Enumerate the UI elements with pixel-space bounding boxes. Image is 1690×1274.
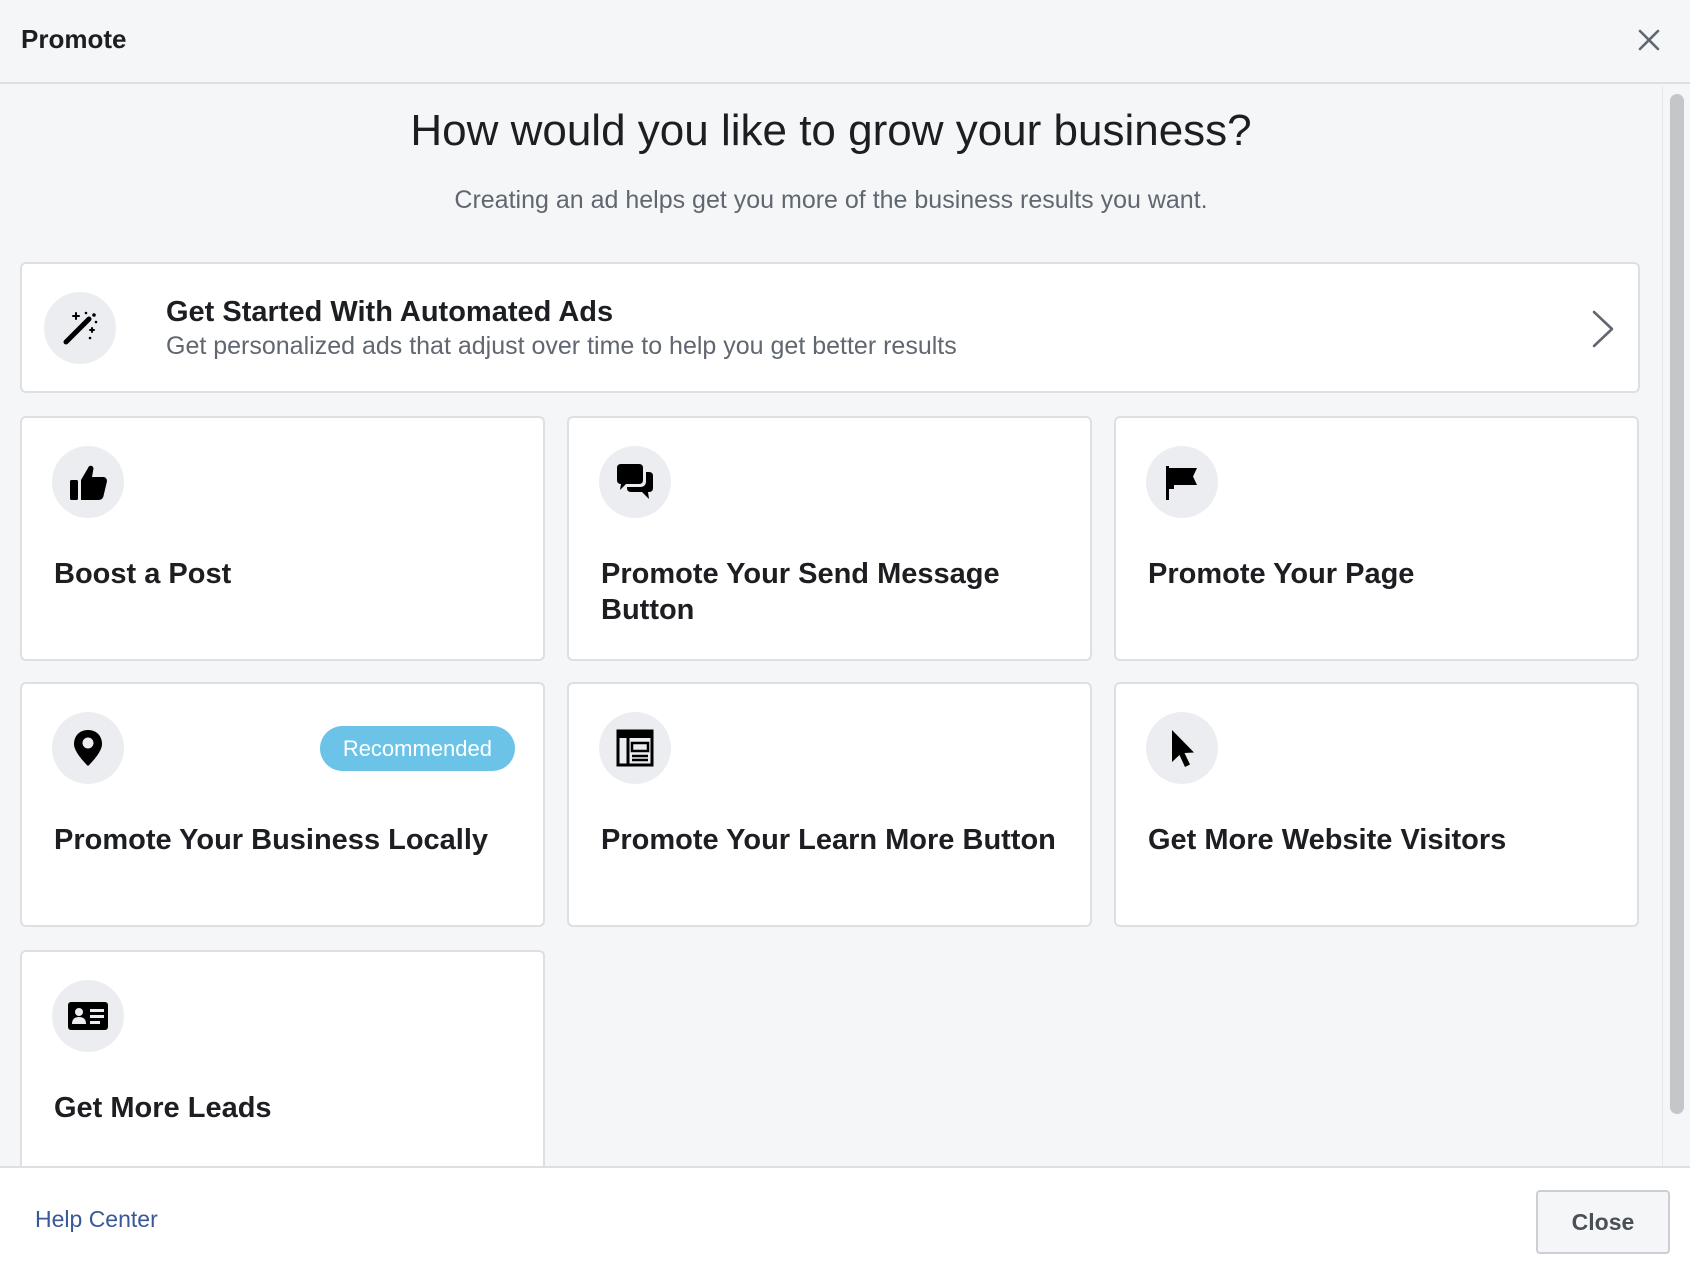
- contact-card-icon: [52, 980, 124, 1052]
- promote-page-card[interactable]: Promote Your Page: [1114, 416, 1639, 661]
- card-title: Get More Website Visitors: [1148, 824, 1507, 856]
- dialog-title: Promote: [21, 24, 127, 54]
- scrollbar-thumb[interactable]: [1670, 94, 1684, 1114]
- learn-more-card[interactable]: Promote Your Learn More Button: [567, 682, 1092, 927]
- card-title: Promote Your Page: [1148, 558, 1415, 590]
- more-leads-card[interactable]: Get More Leads: [20, 950, 545, 1166]
- website-visitors-card[interactable]: Get More Website Visitors: [1114, 682, 1639, 927]
- card-title: Get More Leads: [54, 1092, 272, 1124]
- boost-post-card[interactable]: Boost a Post: [20, 416, 545, 661]
- flag-icon: [1146, 446, 1218, 518]
- dialog-footer: Help Center Close: [0, 1166, 1690, 1274]
- promote-locally-card[interactable]: Recommended Promote Your Business Locall…: [20, 682, 545, 927]
- page-subheading: Creating an ad helps get you more of the…: [454, 186, 1208, 214]
- page-heading: How would you like to grow your business…: [410, 106, 1252, 155]
- thumbs-up-icon: [52, 446, 124, 518]
- card-title: Promote Your Learn More Button: [601, 824, 1056, 856]
- location-pin-icon: [52, 712, 124, 784]
- help-center-link[interactable]: Help Center: [35, 1206, 158, 1233]
- card-title: Promote Your Send Message Button: [601, 558, 1000, 626]
- card-title: Boost a Post: [54, 558, 232, 590]
- send-message-card[interactable]: Promote Your Send Message Button: [567, 416, 1092, 661]
- vertical-scrollbar[interactable]: [1662, 86, 1690, 1166]
- automated-ads-title: Get Started With Automated Ads: [166, 296, 614, 328]
- automated-ads-card[interactable]: Get Started With Automated Ads Get perso…: [20, 262, 1640, 393]
- recommended-badge: Recommended: [319, 726, 515, 771]
- close-icon[interactable]: [1634, 25, 1664, 55]
- dialog-header: Promote: [0, 0, 1690, 84]
- webpage-icon: [599, 712, 671, 784]
- dialog-content: How would you like to grow your business…: [0, 86, 1662, 1166]
- chat-bubbles-icon: [599, 446, 671, 518]
- cursor-icon: [1146, 712, 1218, 784]
- automated-ads-description: Get personalized ads that adjust over ti…: [166, 332, 957, 360]
- magic-wand-icon: [44, 292, 116, 364]
- close-button[interactable]: Close: [1536, 1190, 1670, 1254]
- chevron-right-icon: [1592, 310, 1614, 348]
- card-title: Promote Your Business Locally: [54, 824, 489, 856]
